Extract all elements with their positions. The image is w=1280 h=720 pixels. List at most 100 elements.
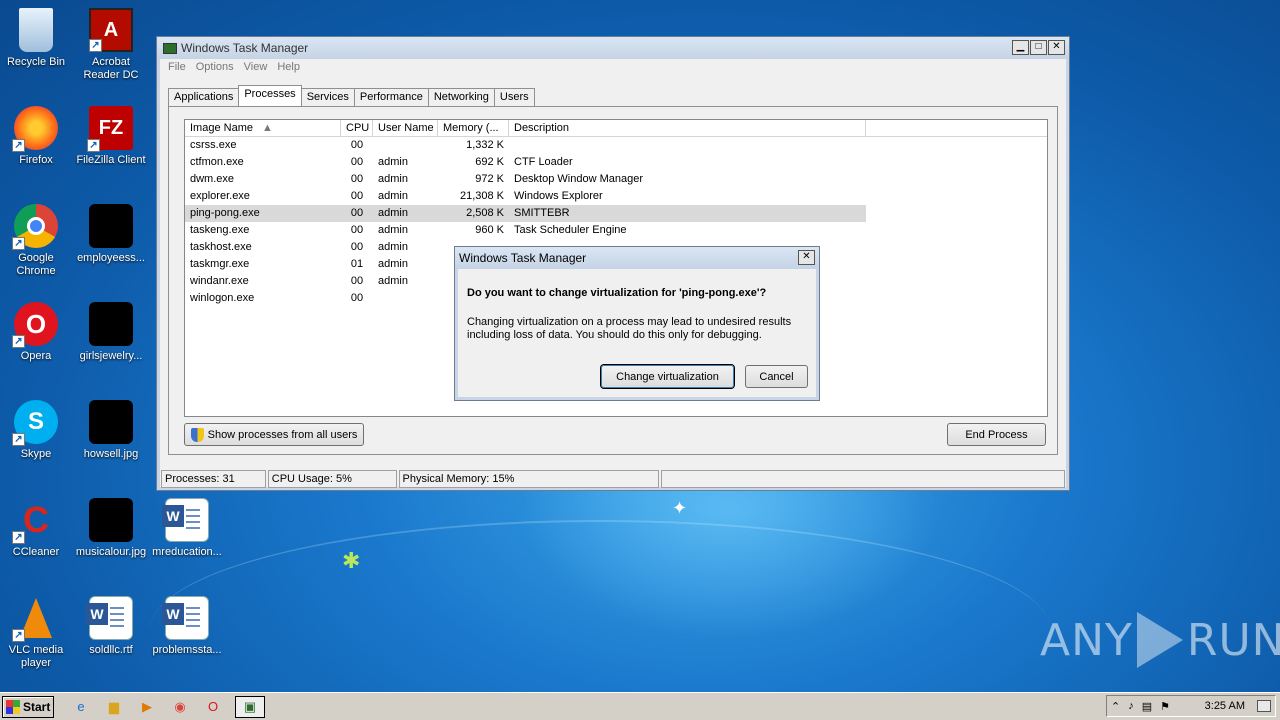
acrobat-icon: A ↗	[89, 8, 133, 52]
desktop-icon-label: soldllc.rtf	[89, 644, 133, 656]
desktop-icon-opera[interactable]: O ↗ Opera	[0, 302, 74, 363]
desktop-icon-label: VLC media player	[8, 644, 64, 669]
maximize-button[interactable]: □	[1030, 40, 1047, 55]
show-hidden-icons-icon[interactable]: ⌃	[1111, 700, 1120, 713]
tab-services[interactable]: Services	[300, 88, 355, 106]
internet-explorer-icon[interactable]: e	[70, 696, 92, 718]
network-icon[interactable]: ▤	[1142, 700, 1152, 713]
dialog-message: Changing virtualization on a process may…	[467, 316, 792, 341]
tab-networking[interactable]: Networking	[427, 88, 495, 106]
column-user-name[interactable]: User Name	[373, 120, 438, 136]
process-cpu: 00	[350, 173, 364, 185]
desktop-icon-mreducation[interactable]: mreducation...	[149, 498, 225, 559]
desktop-icon-label: mreducation...	[152, 546, 222, 558]
menu-options[interactable]: Options	[192, 61, 240, 75]
ccleaner-icon: C ↗	[12, 498, 58, 544]
close-button[interactable]: ✕	[1048, 40, 1065, 55]
chrome-taskbar-icon[interactable]: ◉	[169, 696, 191, 718]
end-process-button[interactable]: End Process	[947, 423, 1046, 446]
desktop-icon-howsell[interactable]: howsell.jpg	[73, 400, 149, 461]
menu-bar: File Options View Help	[160, 59, 1066, 77]
status-empty-pane	[660, 470, 1065, 488]
process-name: dwm.exe	[190, 173, 235, 185]
menu-view[interactable]: View	[240, 61, 274, 75]
desktop-icon-recycle-bin[interactable]: Recycle Bin	[0, 8, 74, 69]
media-player-icon[interactable]: ▶	[136, 696, 158, 718]
action-center-flag-icon[interactable]: ⚑	[1160, 700, 1170, 713]
change-virtualization-button[interactable]: Change virtualization	[601, 365, 734, 388]
process-user	[373, 290, 438, 307]
process-row[interactable]: ctfmon.exe 00 admin 692 K CTF Loader	[185, 154, 1047, 171]
process-name: csrss.exe	[190, 139, 237, 151]
column-cpu[interactable]: CPU	[341, 120, 373, 136]
process-name: taskhost.exe	[190, 241, 252, 253]
process-name: taskmgr.exe	[190, 258, 250, 270]
process-user: admin	[378, 224, 408, 236]
desktop-icon-vlc[interactable]: ↗ VLC media player	[0, 596, 74, 670]
opera-taskbar-icon[interactable]: O	[202, 696, 224, 718]
show-all-users-label: Show processes from all users	[207, 428, 358, 441]
dialog-close-button[interactable]: ✕	[798, 250, 815, 265]
minimize-button[interactable]: ▁	[1012, 40, 1029, 55]
dialog-question: Do you want to change virtualization for…	[467, 287, 767, 299]
desktop-icon-label: musicalour.jpg	[75, 546, 147, 558]
image-thumbnail-icon	[89, 400, 133, 444]
desktop-icon-employeess[interactable]: employeess...	[73, 204, 149, 265]
file-explorer-icon[interactable]: ▆	[103, 696, 125, 718]
column-description[interactable]: Description	[509, 120, 866, 136]
process-row[interactable]: ping-pong.exe 00 admin 2,508 K SMITTEBR	[185, 205, 866, 222]
desktop-icon-ccleaner[interactable]: C ↗ CCleaner	[0, 498, 74, 559]
desktop-icon-skype[interactable]: S ↗ Skype	[0, 400, 74, 461]
desktop-icon-label: problemssta...	[152, 644, 222, 656]
task-manager-app-icon	[163, 42, 177, 54]
process-memory: 2,508 K	[466, 207, 504, 219]
desktop-icon-label: Recycle Bin	[6, 56, 66, 68]
process-user: admin	[378, 156, 408, 168]
tab-performance[interactable]: Performance	[353, 88, 429, 106]
virtualization-dialog: Windows Task Manager ✕ Do you want to ch…	[454, 246, 820, 401]
desktop-icon-firefox[interactable]: ↗ Firefox	[0, 106, 74, 167]
wallpaper-leaf-icon: ✱	[342, 548, 361, 573]
desktop-icon-acrobat[interactable]: A ↗ Acrobat Reader DC	[73, 8, 149, 82]
image-thumbnail-icon	[89, 204, 133, 248]
system-tray: ⌃ ♪ ▤ ⚑ 3:25 AM	[1106, 695, 1276, 717]
desktop-icon-chrome[interactable]: ↗ Google Chrome	[0, 204, 74, 278]
volume-icon[interactable]: ♪	[1128, 700, 1134, 712]
process-row[interactable]: csrss.exe 00 1,332 K	[185, 137, 1047, 154]
process-user: admin	[378, 173, 408, 185]
process-name: ping-pong.exe	[190, 207, 260, 219]
tab-processes[interactable]: Processes	[238, 85, 302, 106]
recycle-bin-icon	[19, 8, 53, 52]
process-memory: 1,332 K	[466, 139, 504, 151]
menu-file[interactable]: File	[164, 61, 192, 75]
desktop-icon-soldllc[interactable]: soldllc.rtf	[73, 596, 149, 657]
task-manager-titlebar[interactable]: Windows Task Manager	[157, 37, 1069, 59]
desktop-icon-label: Google Chrome	[16, 252, 56, 277]
desktop-icon-filezilla[interactable]: FZ ↗ FileZilla Client	[73, 106, 149, 167]
windows-logo-icon	[6, 699, 20, 714]
process-cpu: 01	[350, 258, 364, 270]
desktop-icon-girlsjewelry[interactable]: girlsjewelry...	[73, 302, 149, 363]
dialog-titlebar[interactable]: Windows Task Manager	[455, 247, 819, 269]
column-image-name[interactable]: Image Name ▲	[185, 120, 341, 136]
firefox-icon: ↗	[12, 106, 58, 152]
process-row[interactable]: explorer.exe 00 admin 21,308 K Windows Explo…	[185, 188, 1047, 205]
show-desktop-icon[interactable]	[1257, 700, 1271, 712]
desktop-icon-label: FileZilla Client	[76, 154, 146, 166]
task-manager-taskbar-button[interactable]: ▣	[235, 695, 265, 718]
desktop-icon-musicalour[interactable]: musicalour.jpg	[73, 498, 149, 559]
process-description: Task Scheduler Engine	[514, 224, 627, 236]
desktop-icon-problemssta[interactable]: problemssta...	[149, 596, 225, 657]
status-bar: Processes: 31 CPU Usage: 5% Physical Mem…	[159, 469, 1067, 489]
menu-help[interactable]: Help	[273, 61, 306, 75]
tab-users[interactable]: Users	[493, 88, 535, 106]
column-memory[interactable]: Memory (...	[438, 120, 509, 136]
start-button[interactable]: Start	[2, 695, 54, 718]
show-all-users-button[interactable]: Show processes from all users	[184, 423, 364, 446]
tab-applications[interactable]: Applications	[168, 88, 240, 106]
change-virtualization-label: Change virtualization	[616, 370, 719, 383]
cancel-button[interactable]: Cancel	[745, 365, 808, 388]
clock[interactable]: 3:25 AM	[1205, 700, 1245, 712]
process-row[interactable]: dwm.exe 00 admin 972 K Desktop Window Manage…	[185, 171, 1047, 188]
process-row[interactable]: taskeng.exe 00 admin 960 K Task Scheduler En…	[185, 222, 1047, 239]
